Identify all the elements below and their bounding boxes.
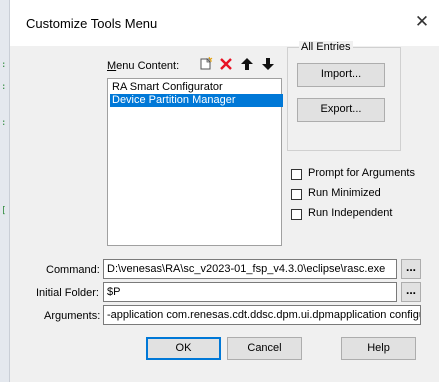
background-marker: : xyxy=(1,82,7,92)
run-minimized-label: Run Minimized xyxy=(308,187,381,199)
list-item-selected[interactable]: Device Partition Manager xyxy=(110,94,283,107)
initial-folder-label: Initial Folder: xyxy=(36,287,99,299)
prompt-args-checkbox[interactable] xyxy=(291,169,302,180)
command-field[interactable]: D:\venesas\RA\sc_v2023-01_fsp_v4.3.0\ecl… xyxy=(103,259,397,279)
run-minimized-checkbox[interactable] xyxy=(291,189,302,200)
move-down-button[interactable] xyxy=(258,56,278,72)
delete-item-button[interactable] xyxy=(216,56,236,72)
prompt-args-label: Prompt for Arguments xyxy=(308,167,415,179)
new-item-button[interactable] xyxy=(196,56,216,72)
command-browse-button[interactable]: ... xyxy=(401,259,421,279)
cancel-button[interactable]: Cancel xyxy=(227,337,302,360)
background-marker: [ xyxy=(1,206,7,216)
ok-button[interactable]: OK xyxy=(146,337,221,360)
run-independent-checkbox[interactable] xyxy=(291,209,302,220)
import-button[interactable]: Import... xyxy=(297,63,385,87)
help-button[interactable]: Help xyxy=(341,337,416,360)
run-independent-label: Run Independent xyxy=(308,207,393,219)
move-down-icon xyxy=(262,58,274,70)
command-label: Command: xyxy=(46,264,100,276)
menu-content-label: Menu Content: xyxy=(107,60,180,72)
move-up-icon xyxy=(241,58,253,70)
move-up-button[interactable] xyxy=(237,56,257,72)
background-window-strip: : : : [ xyxy=(0,0,10,382)
arguments-field[interactable]: -application com.renesas.cdt.ddsc.dpm.ui… xyxy=(103,305,421,325)
dialog-title: Customize Tools Menu xyxy=(26,16,158,31)
export-button[interactable]: Export... xyxy=(297,98,385,122)
close-button[interactable]: ✕ xyxy=(412,12,432,32)
new-item-icon xyxy=(200,57,213,70)
delete-icon xyxy=(220,58,232,70)
menu-content-list[interactable]: RA Smart Configurator Device Partition M… xyxy=(107,78,283,246)
initial-folder-field[interactable]: $P xyxy=(103,282,397,302)
initial-folder-browse-button[interactable]: ... xyxy=(401,282,421,302)
background-marker: : xyxy=(1,118,7,128)
list-item[interactable]: RA Smart Configurator xyxy=(110,81,225,94)
arguments-label: Arguments: xyxy=(44,310,101,322)
all-entries-label: All Entries xyxy=(299,41,353,53)
background-marker: : xyxy=(1,60,7,70)
